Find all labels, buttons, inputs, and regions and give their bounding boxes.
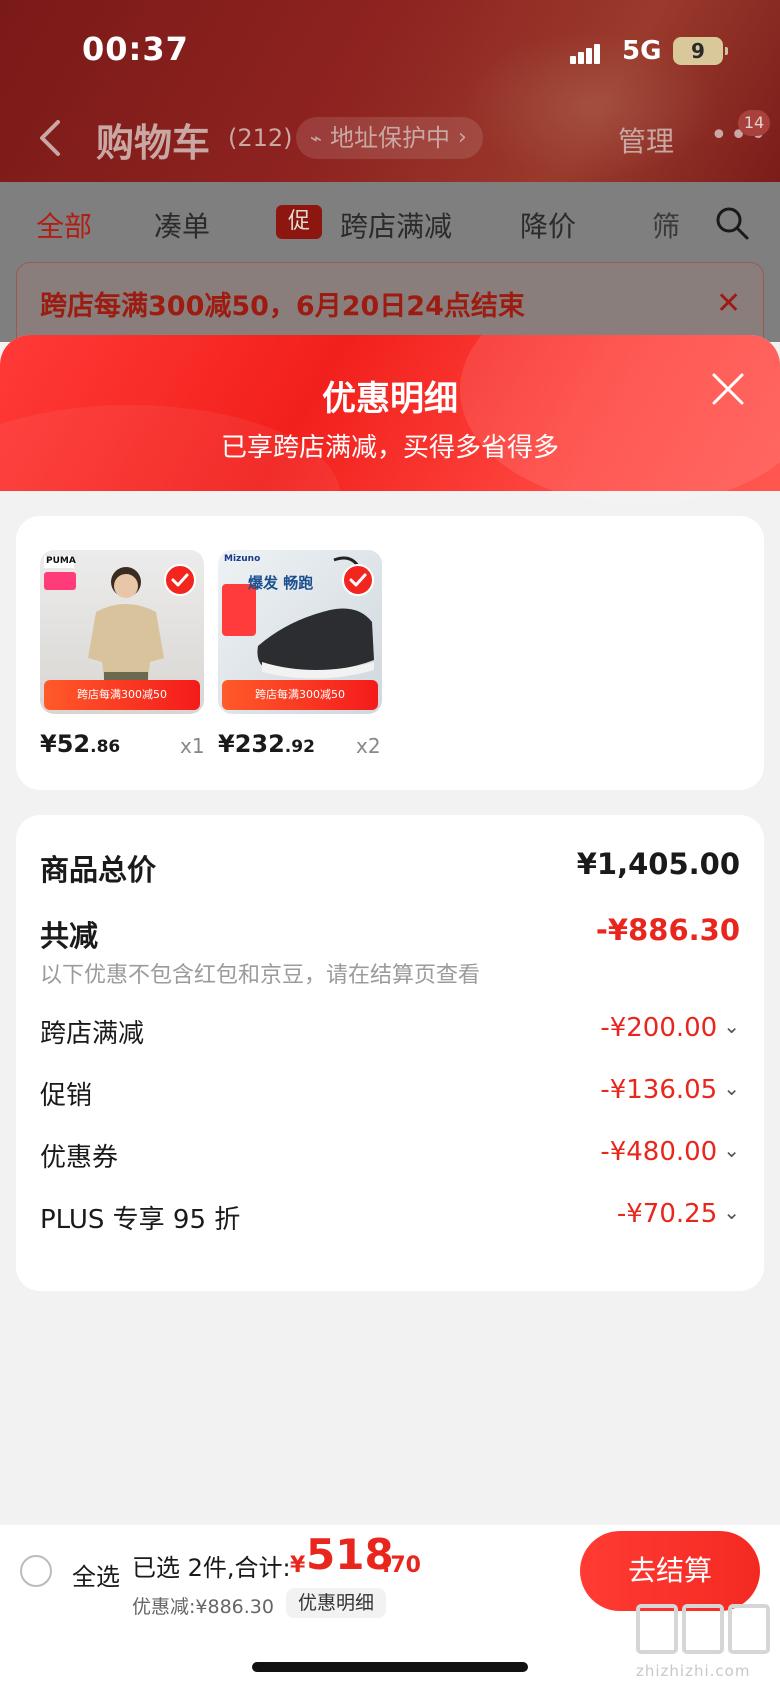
- chevron-down-icon: ⌄: [723, 1138, 740, 1162]
- total-amount-dec: .70: [382, 1553, 421, 1578]
- product-price: ¥52.86: [40, 730, 120, 758]
- discount-item-row[interactable]: -¥70.25 ⌄: [617, 1199, 740, 1229]
- reduce-note: 以下优惠不包含红包和京豆，请在结算页查看: [40, 963, 481, 988]
- product-headline: 爆发 畅跑: [248, 574, 314, 592]
- discount-detail-sheet: 优惠明细 已享跨店满减，买得多省得多 PUMA 跨店每满300减50 ¥52.8…: [0, 335, 780, 1688]
- discount-item-value: -¥200.00: [600, 1013, 718, 1043]
- product-promo-tag: 跨店每满300减50: [44, 680, 200, 710]
- discount-item-label: 跨店满减: [40, 1019, 145, 1049]
- close-icon[interactable]: [710, 371, 746, 407]
- tab-cross-store[interactable]: 跨店满减: [340, 205, 452, 245]
- total-currency: ¥: [290, 1553, 306, 1578]
- reduce-value: -¥886.30: [595, 913, 740, 947]
- price-dec: .92: [284, 737, 315, 757]
- tab-price-drop[interactable]: 降价: [520, 205, 576, 245]
- checkout-button[interactable]: 去结算: [580, 1531, 760, 1611]
- chevron-down-icon: ⌄: [723, 1076, 740, 1100]
- shield-icon: ⌁: [310, 126, 323, 150]
- checkmark-icon[interactable]: [164, 564, 196, 596]
- chevron-down-icon: ⌄: [723, 1014, 740, 1038]
- page-title: 购物车: [96, 121, 211, 165]
- discount-item-value: -¥480.00: [600, 1137, 718, 1167]
- watermark-text: zhizhizhi.com: [636, 1662, 751, 1680]
- total-price-label: 商品总价: [40, 853, 157, 887]
- tab-filter[interactable]: 筛: [652, 205, 680, 245]
- price-summary-card: 商品总价 ¥1,405.00 共减 -¥886.30 以下优惠不包含红包和京豆，…: [16, 815, 764, 1291]
- product-promo-tag: 跨店每满300减50: [222, 680, 378, 710]
- address-protect-label: 地址保护中: [330, 124, 451, 152]
- price-int: ¥52: [40, 730, 91, 758]
- product-brand: Mizuno: [224, 554, 261, 564]
- discount-summary: 优惠减:¥886.30: [132, 1596, 274, 1618]
- price-int: ¥232: [218, 730, 285, 758]
- price-dec: .86: [90, 737, 121, 757]
- status-time: 00:37: [82, 30, 189, 68]
- discount-item-row[interactable]: -¥480.00 ⌄: [600, 1137, 740, 1167]
- back-arrow-icon[interactable]: [38, 118, 62, 158]
- product-qty: x1: [180, 734, 205, 758]
- tab-all[interactable]: 全部: [36, 205, 92, 245]
- tab-coudan[interactable]: 凑单: [154, 205, 210, 245]
- discount-item-label: 促销: [40, 1081, 93, 1111]
- message-badge: 14: [738, 110, 770, 136]
- discount-item-row[interactable]: -¥200.00 ⌄: [600, 1013, 740, 1043]
- product-qty: x2: [356, 734, 381, 758]
- select-all-label[interactable]: 全选: [72, 1557, 120, 1592]
- promo-banner-text: 跨店每满300减50，6月20日24点结束: [40, 291, 525, 322]
- total-price-value: ¥1,405.00: [576, 847, 740, 881]
- chevron-right-icon: ›: [458, 125, 467, 150]
- cart-count: (212): [228, 124, 293, 152]
- select-all-radio[interactable]: [20, 1555, 52, 1587]
- products-card: PUMA 跨店每满300减50 ¥52.86 x1 Mizuno 爆发 畅跑 跨…: [16, 516, 764, 790]
- manage-button[interactable]: 管理: [618, 120, 674, 160]
- reduce-label: 共减: [40, 919, 99, 953]
- discount-item-row[interactable]: -¥136.05 ⌄: [600, 1075, 740, 1105]
- promo-tag: 促: [276, 205, 322, 239]
- discount-item-value: -¥136.05: [600, 1075, 718, 1105]
- selected-info: 已选 2件,合计:: [132, 1554, 291, 1582]
- home-indicator: [252, 1662, 528, 1672]
- product-brand: PUMA: [46, 556, 76, 566]
- discount-item-label: 优惠券: [40, 1143, 119, 1173]
- address-protect-pill[interactable]: ⌁ 地址保护中 ›: [296, 117, 483, 159]
- close-icon[interactable]: ✕: [716, 286, 741, 321]
- total-amount-int: 518: [306, 1530, 394, 1579]
- discount-detail-button[interactable]: 优惠明细: [286, 1588, 387, 1618]
- battery-icon: 9: [673, 37, 728, 65]
- chevron-down-icon: ⌄: [723, 1200, 740, 1224]
- sheet-subtitle: 已享跨店满减，买得多省得多: [220, 433, 559, 463]
- search-icon[interactable]: [714, 205, 750, 241]
- signal-icon: [570, 42, 600, 64]
- watermark-logo-icon: [636, 1604, 770, 1654]
- sheet-title: 优惠明细: [322, 379, 458, 419]
- discount-item-value: -¥70.25: [616, 1199, 718, 1229]
- discount-item-label: PLUS 专享 95 折: [40, 1205, 241, 1235]
- product-price: ¥232.92: [218, 730, 315, 758]
- network-label: 5G: [622, 36, 662, 66]
- checkmark-icon[interactable]: [342, 564, 374, 596]
